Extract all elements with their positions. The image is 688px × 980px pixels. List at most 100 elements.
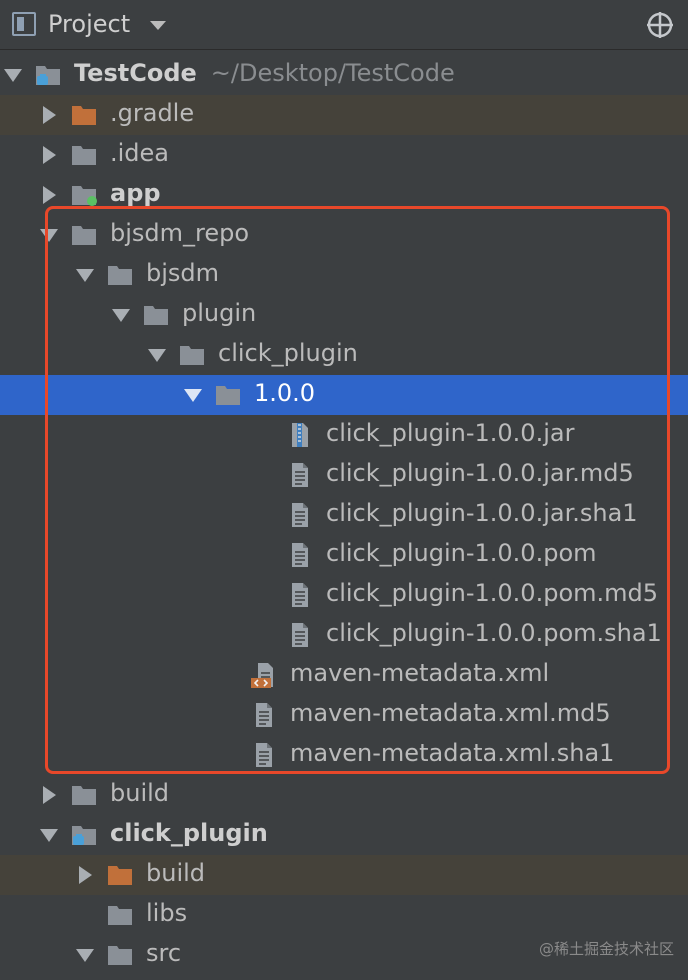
tree-item-label: build [146, 859, 205, 887]
text-file-icon [250, 741, 278, 769]
text-file-icon [286, 461, 314, 489]
tree-item-label: build [110, 779, 169, 807]
collapse-right-icon[interactable] [38, 184, 60, 206]
tree-item-text: libs [146, 899, 188, 927]
tree-row[interactable]: .gradle [0, 95, 688, 135]
expand-down-icon[interactable] [182, 384, 204, 406]
tree-item-path: ~/Desktop/TestCode [210, 59, 455, 87]
expand-down-icon[interactable] [2, 64, 24, 86]
tree-item-text: click_plugin-1.0.0.jar.md5 [326, 459, 634, 487]
project-view-icon[interactable] [12, 12, 36, 36]
expand-down-icon[interactable] [110, 304, 132, 326]
tree-item-label: click_plugin-1.0.0.jar.md5 [326, 459, 634, 487]
folder-icon [70, 221, 98, 249]
expand-down-icon[interactable] [74, 264, 96, 286]
tree-item-text: maven-metadata.xml.sha1 [290, 739, 615, 767]
text-file-icon [250, 701, 278, 729]
tree-item-text: 1.0.0 [254, 379, 316, 407]
tree-row[interactable]: click_plugin [0, 815, 688, 855]
folder-icon [178, 341, 206, 369]
tree-row[interactable]: app [0, 175, 688, 215]
tree-item-label: click_plugin-1.0.0.jar.sha1 [326, 499, 638, 527]
tree-item-label: bjsdm_repo [110, 219, 249, 247]
text-file-icon [286, 501, 314, 529]
tree-item-text: build [110, 779, 170, 807]
tree-row[interactable]: bjsdm_repo [0, 215, 688, 255]
tree-item-label: TestCode ~/Desktop/TestCode [74, 59, 455, 87]
project-toolbar: Project [0, 0, 688, 50]
locate-target-icon[interactable] [646, 11, 674, 39]
collapse-right-icon[interactable] [38, 104, 60, 126]
folder-icon [106, 941, 134, 969]
tree-item-label: click_plugin-1.0.0.pom.sha1 [326, 619, 662, 647]
tree-item-label: 1.0.0 [254, 379, 315, 407]
tree-row[interactable]: 1.0.0 [0, 375, 688, 415]
folder-icon [106, 261, 134, 289]
tree-item-text: click_plugin [218, 339, 358, 367]
module-folder-icon [34, 61, 62, 89]
tree-item-label: libs [146, 899, 187, 927]
tree-row[interactable]: .idea [0, 135, 688, 175]
tree-item-text: .gradle [110, 99, 195, 127]
tree-row[interactable]: click_plugin-1.0.0.pom.md5 [0, 575, 688, 615]
tree-row[interactable]: libs [0, 895, 688, 935]
tree-item-text: plugin [182, 299, 257, 327]
expand-down-icon[interactable] [38, 824, 60, 846]
tree-row[interactable]: build [0, 775, 688, 815]
folder-orange-icon [70, 101, 98, 129]
tree-row[interactable]: click_plugin-1.0.0.pom.sha1 [0, 615, 688, 655]
tree-row[interactable]: click_plugin-1.0.0.jar.sha1 [0, 495, 688, 535]
tree-item-text: build [146, 859, 206, 887]
collapse-right-icon[interactable] [38, 144, 60, 166]
tree-row[interactable]: maven-metadata.xml.md5 [0, 695, 688, 735]
tree-row[interactable]: click_plugin-1.0.0.jar.md5 [0, 455, 688, 495]
module-folder-icon [70, 821, 98, 849]
tree-row[interactable]: TestCode ~/Desktop/TestCode [0, 55, 688, 95]
watermark: @稀土掘金技术社区 [538, 940, 674, 958]
tree-item-text: src [146, 939, 182, 967]
tree-item-text: click_plugin-1.0.0.jar.sha1 [326, 499, 638, 527]
archive-file-icon [286, 421, 314, 449]
tree-item-label: click_plugin-1.0.0.pom.md5 [326, 579, 658, 607]
folder-icon [70, 141, 98, 169]
tree-item-text: click_plugin-1.0.0.pom.sha1 [326, 619, 662, 647]
tree-row[interactable]: build [0, 855, 688, 895]
expand-down-icon[interactable] [38, 224, 60, 246]
tree-item-label: click_plugin [218, 339, 358, 367]
tree-item-label: bjsdm [146, 259, 219, 287]
collapse-right-icon[interactable] [74, 864, 96, 886]
expand-down-icon[interactable] [146, 344, 168, 366]
tree-item-text: bjsdm_repo [110, 219, 250, 247]
tree-item-label: src [146, 939, 181, 967]
tree-item-label: click_plugin [110, 819, 268, 847]
tree-item-label: maven-metadata.xml [290, 659, 549, 687]
tree-row[interactable]: click_plugin-1.0.0.jar [0, 415, 688, 455]
tree-item-label: app [110, 179, 161, 207]
tree-item-label: .gradle [110, 99, 194, 127]
tree-item-label: click_plugin-1.0.0.pom [326, 539, 597, 567]
tree-item-text: bjsdm [146, 259, 220, 287]
folder-icon [70, 781, 98, 809]
tree-item-label: click_plugin-1.0.0.jar [326, 419, 574, 447]
chevron-down-icon[interactable] [150, 21, 166, 30]
tree-row[interactable]: click_plugin [0, 335, 688, 375]
xml-file-icon [250, 661, 278, 689]
expand-down-icon[interactable] [74, 944, 96, 966]
tree-item-text: click_plugin-1.0.0.pom [326, 539, 597, 567]
tree-row[interactable]: plugin [0, 295, 688, 335]
folder-icon [106, 901, 134, 929]
collapse-right-icon[interactable] [38, 784, 60, 806]
project-view-title[interactable]: Project [48, 10, 130, 38]
tree-item-text: maven-metadata.xml [290, 659, 550, 687]
tree-item-label: plugin [182, 299, 256, 327]
tree-item-text: click_plugin-1.0.0.jar [326, 419, 575, 447]
tree-row[interactable]: maven-metadata.xml.sha1 [0, 735, 688, 775]
tree-item-label: maven-metadata.xml.sha1 [290, 739, 614, 767]
tree-item-label: .idea [110, 139, 169, 167]
tree-item-text: click_plugin-1.0.0.pom.md5 [326, 579, 659, 607]
tree-row[interactable]: bjsdm [0, 255, 688, 295]
text-file-icon [286, 581, 314, 609]
folder-icon [142, 301, 170, 329]
tree-row[interactable]: maven-metadata.xml [0, 655, 688, 695]
tree-row[interactable]: click_plugin-1.0.0.pom [0, 535, 688, 575]
